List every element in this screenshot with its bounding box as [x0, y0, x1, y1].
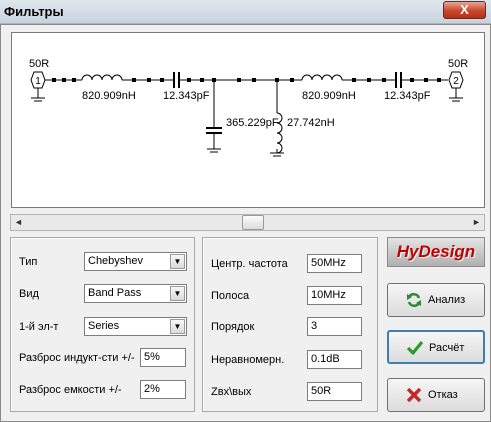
load-port-number: 2 [453, 76, 459, 87]
impedance-label: Zвх\вых [211, 386, 252, 398]
first-element-value: Series [88, 320, 120, 332]
filter-type-panel: Тип Chebyshev ▼ Вид Band Pass ▼ 1-й эл-т… [10, 237, 195, 412]
capacitance-spread-value: 2% [144, 383, 160, 395]
chevron-down-icon[interactable]: ▼ [170, 286, 185, 301]
schematic-canvas: 50R 1 50R 2 820.909nH 12.343pF 365.229pF… [11, 32, 485, 208]
shunt-capacitor-value: 365.229pF [226, 117, 279, 129]
refresh-icon [407, 292, 421, 308]
type-label: Тип [19, 256, 38, 268]
first-element-label: 1-й эл-т [19, 321, 59, 333]
series-inductor-2 [301, 74, 343, 81]
bandwidth-label: Полоса [211, 290, 250, 302]
checkmark-icon [407, 340, 423, 355]
order-label: Порядок [211, 321, 255, 333]
capacitance-spread-field[interactable]: 2% [140, 380, 186, 399]
series-inductor-1 [81, 74, 123, 81]
scroll-left-arrow-icon[interactable]: ◄ [11, 215, 26, 230]
ripple-field[interactable]: 0.1dB [307, 350, 362, 369]
order-field[interactable]: 3 [307, 317, 362, 336]
filter-params-panel: Центр. частота 50MHz Полоса 10MHz Порядо… [202, 237, 378, 412]
scroll-right-arrow-icon[interactable]: ► [469, 215, 484, 230]
analyze-button[interactable]: Анализ [387, 283, 485, 317]
kind-label: Вид [19, 288, 39, 300]
source-port-impedance: 50R [29, 58, 49, 70]
analyze-label: Анализ [428, 294, 466, 306]
close-icon: X [460, 2, 469, 17]
kind-select[interactable]: Band Pass ▼ [84, 284, 187, 303]
inductance-spread-label: Разброс индукт-сти +/- [19, 352, 135, 364]
series-inductor-2-value: 820.909nH [302, 90, 356, 102]
first-element-select[interactable]: Series ▼ [84, 317, 187, 336]
impedance-field[interactable]: 50R [307, 382, 362, 401]
calculate-label: Расчёт [429, 342, 465, 354]
ripple-value: 0.1dB [311, 353, 340, 365]
series-capacitor-2-value: 12.343pF [384, 90, 431, 102]
chevron-down-icon[interactable]: ▼ [170, 254, 185, 269]
shunt-inductor-value: 27.742nH [287, 117, 335, 129]
series-inductor-1-value: 820.909nH [82, 90, 136, 102]
filter-schematic: 50R 1 50R 2 820.909nH 12.343pF 365.229pF… [29, 58, 468, 157]
chevron-down-icon[interactable]: ▼ [170, 319, 185, 334]
hydesign-logo: HyDesign [387, 237, 485, 267]
load-port-impedance: 50R [448, 58, 468, 70]
kind-value: Band Pass [88, 287, 142, 299]
scrollbar-thumb[interactable] [242, 215, 264, 230]
cancel-button[interactable]: Отказ [387, 378, 485, 412]
title-bar: Фильтры X [0, 0, 491, 24]
center-freq-value: 50MHz [311, 257, 346, 269]
impedance-value: 50R [311, 385, 332, 397]
type-value: Chebyshev [88, 255, 144, 267]
bandwidth-value: 10MHz [311, 289, 346, 301]
close-button[interactable]: X [443, 1, 486, 19]
source-port-number: 1 [35, 76, 41, 87]
order-value: 3 [311, 320, 318, 332]
series-capacitor-1-value: 12.343pF [163, 90, 210, 102]
cancel-label: Отказ [428, 389, 458, 401]
horizontal-scrollbar[interactable]: ◄ ► [10, 214, 485, 231]
inductance-spread-field[interactable]: 5% [140, 348, 186, 367]
center-freq-field[interactable]: 50MHz [307, 254, 362, 273]
type-select[interactable]: Chebyshev ▼ [84, 252, 187, 271]
center-freq-label: Центр. частота [211, 258, 288, 270]
window-title: Фильтры [4, 4, 64, 19]
cancel-x-icon [406, 387, 422, 403]
bandwidth-field[interactable]: 10MHz [307, 286, 362, 305]
inductance-spread-value: 5% [144, 351, 160, 363]
logo-text: HyDesign [396, 242, 476, 261]
ripple-label: Неравномерн. [211, 354, 285, 366]
capacitance-spread-label: Разброс емкости +/- [19, 384, 122, 396]
calculate-button[interactable]: Расчёт [387, 330, 485, 364]
